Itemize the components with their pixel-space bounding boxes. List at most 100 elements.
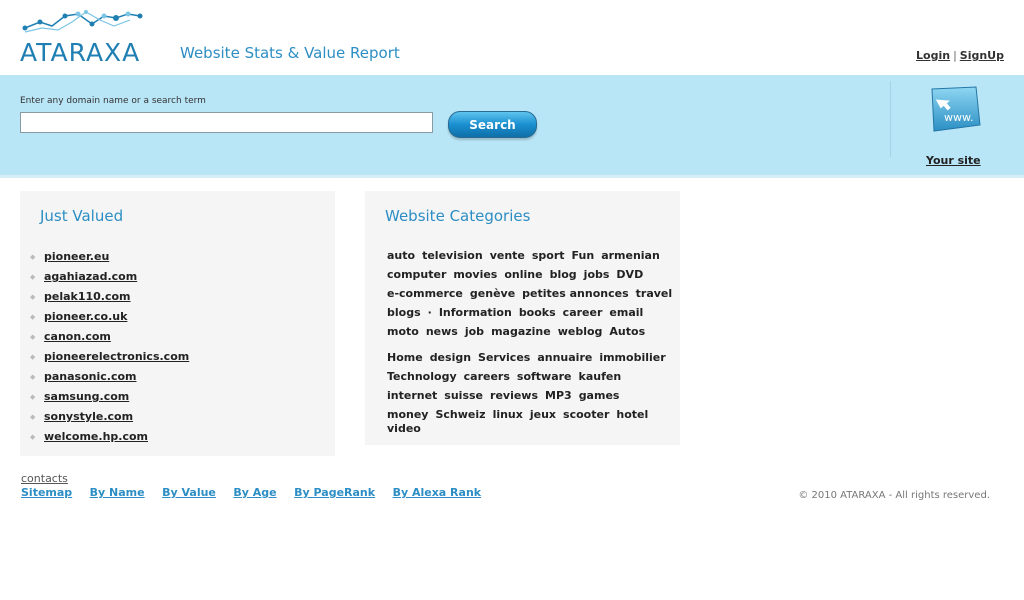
logo-graph-icon — [22, 10, 143, 33]
category-link[interactable]: games — [579, 389, 620, 402]
category-row: internet suisse reviews MP3 games — [387, 389, 667, 408]
your-site-widget[interactable]: www. Your site — [918, 83, 984, 171]
domain-link[interactable]: samsung.com — [44, 390, 129, 403]
category-link[interactable]: suisse — [444, 389, 483, 402]
list-item: panasonic.com — [30, 370, 189, 390]
category-link[interactable]: Technology — [387, 370, 457, 383]
category-link[interactable]: magazine — [491, 325, 551, 338]
category-link[interactable]: genève — [470, 287, 515, 300]
domain-link[interactable]: pelak110.com — [44, 290, 131, 303]
category-row: money Schweiz linux jeux scooter hotel — [387, 408, 667, 422]
category-link[interactable]: MP3 — [545, 389, 572, 402]
just-valued-list: pioneer.eu agahiazad.com pelak110.com pi… — [30, 250, 189, 450]
category-link[interactable]: money — [387, 408, 428, 421]
category-link[interactable]: design — [430, 351, 471, 364]
band-divider — [890, 81, 891, 157]
category-link[interactable]: sport — [532, 249, 565, 262]
category-link[interactable]: · — [428, 306, 432, 319]
category-link[interactable]: travel — [636, 287, 673, 300]
category-link[interactable]: television — [422, 249, 483, 262]
category-link[interactable]: careers — [464, 370, 510, 383]
contacts-link[interactable]: contacts — [21, 472, 68, 485]
category-row: Technology careers software kaufen — [387, 370, 667, 389]
category-link[interactable]: career — [563, 306, 603, 319]
footer-link-by-alexa-rank[interactable]: By Alexa Rank — [393, 486, 482, 499]
category-link[interactable]: movies — [453, 268, 497, 281]
category-link[interactable]: books — [519, 306, 556, 319]
category-link[interactable]: reviews — [490, 389, 538, 402]
category-link[interactable]: armenian — [601, 249, 660, 262]
category-link[interactable]: auto — [387, 249, 415, 262]
category-row: computer movies online blog jobs DVD — [387, 268, 667, 287]
footer-link-by-value[interactable]: By Value — [162, 486, 216, 499]
category-link[interactable]: computer — [387, 268, 446, 281]
category-row: blogs · Information books career email — [387, 306, 667, 325]
domain-link[interactable]: panasonic.com — [44, 370, 137, 383]
category-link[interactable]: blog — [550, 268, 577, 281]
category-link[interactable]: blogs — [387, 306, 421, 319]
list-item: pelak110.com — [30, 290, 189, 310]
category-link[interactable]: DVD — [616, 268, 643, 281]
category-row: video — [387, 422, 667, 441]
category-link[interactable]: Information — [439, 306, 512, 319]
list-item: pioneerelectronics.com — [30, 350, 189, 370]
domain-link[interactable]: welcome.hp.com — [44, 430, 148, 443]
site-header: ATARAXA Website Stats & Value Report Log… — [0, 0, 1024, 75]
footer-link-by-age[interactable]: By Age — [233, 486, 276, 499]
copyright: © 2010 ATARAXA - All rights reserved. — [798, 490, 990, 501]
category-link[interactable]: vente — [490, 249, 525, 262]
page-title: Website Stats & Value Report — [180, 44, 400, 62]
domain-link[interactable]: canon.com — [44, 330, 111, 343]
footer-link-by-pagerank[interactable]: By PageRank — [294, 486, 375, 499]
category-link[interactable]: video — [387, 422, 421, 435]
category-link[interactable]: software — [517, 370, 572, 383]
category-link[interactable]: annuaire — [537, 351, 592, 364]
category-link[interactable]: kaufen — [579, 370, 622, 383]
category-link[interactable]: email — [609, 306, 643, 319]
your-site-link[interactable]: Your site — [926, 154, 981, 167]
category-link[interactable]: Services — [478, 351, 530, 364]
category-link[interactable]: internet — [387, 389, 437, 402]
category-link[interactable]: linux — [493, 408, 523, 421]
search-input[interactable] — [20, 112, 433, 133]
list-item: sonystyle.com — [30, 410, 189, 430]
category-link[interactable]: online — [504, 268, 542, 281]
domain-link[interactable]: pioneer.co.uk — [44, 310, 127, 323]
category-row: moto news job magazine weblog Autos — [387, 325, 667, 344]
list-item: canon.com — [30, 330, 189, 350]
domain-link[interactable]: pioneerelectronics.com — [44, 350, 189, 363]
category-link[interactable]: Schweiz — [435, 408, 485, 421]
category-link[interactable]: news — [426, 325, 458, 338]
category-link[interactable]: weblog — [558, 325, 603, 338]
category-link[interactable]: e-commerce — [387, 287, 463, 300]
search-button[interactable]: Search — [448, 111, 537, 138]
just-valued-title: Just Valued — [40, 207, 124, 225]
login-link[interactable]: Login — [916, 49, 950, 62]
category-link[interactable]: scooter — [563, 408, 609, 421]
category-link[interactable]: Autos — [609, 325, 645, 338]
list-item: pioneer.eu — [30, 250, 189, 270]
category-link[interactable]: jobs — [584, 268, 610, 281]
auth-separator: | — [953, 49, 957, 62]
logo-text: ATARAXA — [20, 38, 141, 67]
domain-link[interactable]: agahiazad.com — [44, 270, 137, 283]
signup-link[interactable]: SignUp — [960, 49, 1004, 62]
domain-link[interactable]: pioneer.eu — [44, 250, 109, 263]
category-row: Home design Services annuaire immobilier — [387, 351, 667, 370]
www-icon[interactable]: www. — [924, 85, 982, 135]
auth-links: Login | SignUp — [916, 49, 1004, 62]
category-link[interactable]: moto — [387, 325, 419, 338]
footer-nav: Sitemap By Name By Value By Age By PageR… — [21, 486, 495, 499]
category-link[interactable]: job — [465, 325, 484, 338]
category-link[interactable]: immobilier — [599, 351, 665, 364]
search-band: Enter any domain name or a search term S… — [0, 75, 1024, 178]
footer-link-sitemap[interactable]: Sitemap — [21, 486, 72, 499]
footer-link-by-name[interactable]: By Name — [90, 486, 145, 499]
category-link[interactable]: Home — [387, 351, 423, 364]
logo[interactable]: ATARAXA — [20, 6, 150, 67]
category-link[interactable]: Fun — [572, 249, 595, 262]
category-link[interactable]: hotel — [616, 408, 648, 421]
domain-link[interactable]: sonystyle.com — [44, 410, 133, 423]
category-link[interactable]: petites annonces — [522, 287, 628, 300]
category-link[interactable]: jeux — [530, 408, 556, 421]
